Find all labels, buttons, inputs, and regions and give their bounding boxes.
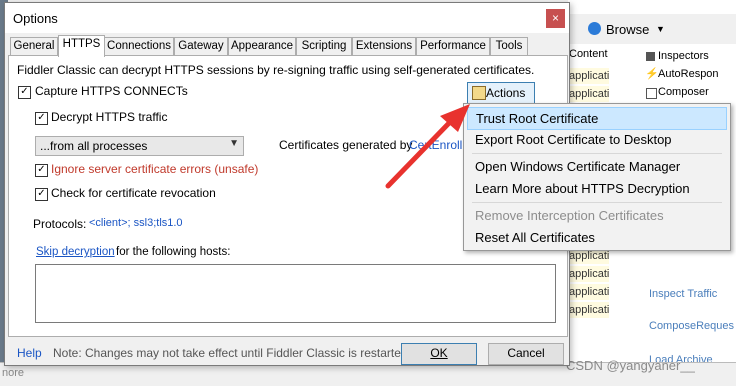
menu-item-export-root-certificate[interactable]: Export Root Certificate to Desktop <box>467 129 725 150</box>
menu-item-label: Reset All Certificates <box>475 230 595 245</box>
skip-decryption-link[interactable]: Skip decryption <box>36 246 115 258</box>
protocols-label: Protocols: <box>33 217 87 231</box>
title-bar[interactable]: Options × <box>5 3 569 33</box>
menu-item-label: Remove Interception Certificates <box>475 208 664 223</box>
https-intro-text: Fiddler Classic can decrypt HTTPS sessio… <box>17 63 535 77</box>
ignore-cert-errors-label[interactable]: Ignore server certificate errors (unsafe… <box>51 162 258 176</box>
process-filter-value: ...from all processes <box>40 139 148 153</box>
ok-button[interactable]: OK <box>401 343 477 365</box>
menu-item-reset-all-certificates[interactable]: Reset All Certificates <box>467 227 725 248</box>
menu-item-label: Export Root Certificate to Desktop <box>475 132 672 147</box>
decrypt-https-label[interactable]: Decrypt HTTPS traffic <box>51 110 167 124</box>
tab-https[interactable]: HTTPS <box>58 35 105 57</box>
content-cell[interactable]: applicati <box>569 266 609 282</box>
tab-strip: General HTTPS Connections Gateway Appear… <box>8 35 568 57</box>
chevron-down-icon: ▼ <box>229 138 239 149</box>
menu-item-label: Learn More about HTTPS Decryption <box>475 181 690 196</box>
menu-item-label: Open Windows Certificate Manager <box>475 159 681 174</box>
process-filter-select[interactable]: ...from all processes ▼ <box>35 136 244 156</box>
protocols-link[interactable]: <client>; ssl3;tls1.0 <box>89 217 183 229</box>
skip-hosts-textarea[interactable] <box>35 264 556 323</box>
help-link[interactable]: Help <box>17 346 42 360</box>
menu-item-open-cert-manager[interactable]: Open Windows Certificate Manager <box>467 156 725 177</box>
actions-label: Actions <box>486 86 526 100</box>
status-text: nore <box>2 367 25 379</box>
close-button[interactable]: × <box>546 9 565 28</box>
ok-label: OK <box>430 346 448 360</box>
menu-separator <box>472 153 722 154</box>
menu-item-learn-more[interactable]: Learn More about HTTPS Decryption <box>467 178 725 199</box>
certificate-icon <box>472 86 486 100</box>
tab-scripting[interactable]: Scripting <box>296 37 352 57</box>
tab-composer[interactable]: Composer <box>658 86 709 98</box>
content-cell[interactable]: applicati <box>569 284 609 300</box>
capture-https-label[interactable]: Capture HTTPS CONNECTs <box>35 84 188 98</box>
ie-icon <box>588 22 601 35</box>
link-compose-request[interactable]: ComposeReques <box>649 320 734 332</box>
menu-separator <box>472 202 722 203</box>
capture-https-checkbox[interactable]: ✓ <box>18 86 31 99</box>
tab-gateway[interactable]: Gateway <box>174 37 228 57</box>
check-revocation-checkbox[interactable]: ✓ <box>35 188 48 201</box>
content-cell[interactable]: applicati <box>569 68 609 84</box>
column-header-content[interactable]: Content <box>569 48 608 60</box>
tab-connections[interactable]: Connections <box>104 37 174 57</box>
tab-autoresponder[interactable]: AutoRespon <box>658 68 719 80</box>
restart-note: Note: Changes may not take effect until … <box>53 346 411 360</box>
tab-performance[interactable]: Performance <box>416 37 490 57</box>
skip-decryption-suffix: for the following hosts: <box>116 246 231 258</box>
cancel-button[interactable]: Cancel <box>488 343 564 365</box>
tab-appearance[interactable]: Appearance <box>228 37 296 57</box>
watermark: CSDN @yangyaner__ <box>566 358 695 373</box>
annotation-arrow <box>385 104 470 189</box>
link-inspect-traffic[interactable]: Inspect Traffic <box>649 288 717 300</box>
check-revocation-label[interactable]: Check for certificate revocation <box>51 186 216 200</box>
toolbar: Browse ▼ <box>568 14 736 45</box>
inspectors-icon <box>646 52 655 61</box>
menu-item-remove-interception-certs: Remove Interception Certificates <box>467 205 725 226</box>
ignore-cert-errors-checkbox[interactable]: ✓ <box>35 164 48 177</box>
browse-button[interactable]: Browse <box>606 22 649 37</box>
tab-general[interactable]: General <box>10 37 58 57</box>
menu-item-trust-root-certificate[interactable]: Trust Root Certificate <box>467 107 727 130</box>
content-cell[interactable]: applicati <box>569 86 609 102</box>
tab-extensions[interactable]: Extensions <box>352 37 416 57</box>
dialog-title: Options <box>13 11 58 26</box>
actions-context-menu: Trust Root Certificate Export Root Certi… <box>463 103 731 251</box>
tab-tools[interactable]: Tools <box>490 37 528 57</box>
composer-icon <box>646 88 657 99</box>
tab-inspectors[interactable]: Inspectors <box>658 50 709 62</box>
content-cell[interactable]: applicati <box>569 302 609 318</box>
decrypt-https-checkbox[interactable]: ✓ <box>35 112 48 125</box>
lightning-icon: ⚡ <box>645 68 659 80</box>
menu-item-label: Trust Root Certificate <box>476 111 599 126</box>
chevron-down-icon[interactable]: ▼ <box>656 24 665 34</box>
